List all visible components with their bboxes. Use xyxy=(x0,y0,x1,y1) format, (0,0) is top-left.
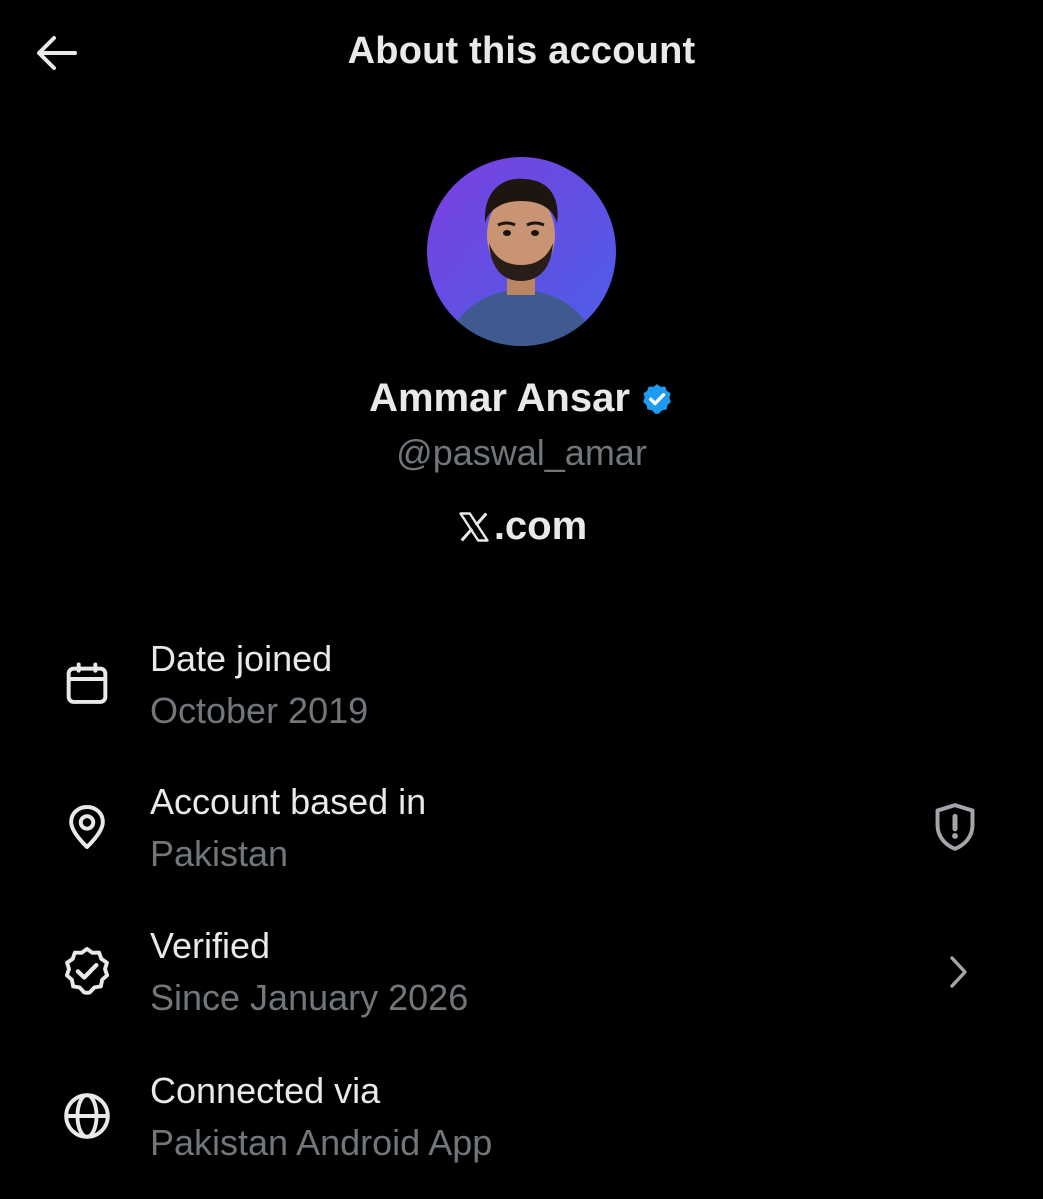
account-handle: @paswal_amar xyxy=(396,432,647,473)
globe-icon xyxy=(58,1087,116,1145)
detail-row-date-joined: Date joined October 2019 xyxy=(0,630,1043,760)
calendar-icon xyxy=(58,655,116,713)
verified-badge-outline-icon xyxy=(58,942,116,1000)
detail-value: Pakistan xyxy=(150,833,289,874)
display-name-row: Ammar Ansar xyxy=(0,376,1043,421)
detail-label: Connected via xyxy=(150,1070,381,1111)
detail-value: Since January 2026 xyxy=(150,977,469,1018)
shield-alert-button[interactable] xyxy=(925,797,985,857)
platform-site: .com xyxy=(0,504,1043,549)
detail-label: Verified xyxy=(150,925,271,966)
shield-alert-icon xyxy=(930,801,980,853)
detail-value: Pakistan Android App xyxy=(150,1122,493,1163)
verified-badge-icon xyxy=(640,382,674,416)
site-suffix: .com xyxy=(493,504,588,548)
verified-details-chevron[interactable] xyxy=(928,942,988,1002)
location-pin-icon xyxy=(58,798,116,856)
top-bar: About this account xyxy=(0,0,1043,110)
detail-label: Account based in xyxy=(150,781,427,822)
avatar[interactable] xyxy=(427,157,616,346)
detail-row-connected-via: Connected via Pakistan Android App xyxy=(0,1062,1043,1192)
detail-label: Date joined xyxy=(150,638,333,679)
chevron-right-icon xyxy=(943,952,973,992)
detail-row-verified[interactable]: Verified Since January 2026 xyxy=(0,917,1043,1047)
avatar-image xyxy=(427,157,616,346)
detail-value: October 2019 xyxy=(150,690,369,731)
display-name: Ammar Ansar xyxy=(369,376,630,420)
detail-row-account-based-in: Account based in Pakistan xyxy=(0,773,1043,903)
page-title: About this account xyxy=(347,30,696,72)
x-logo-icon xyxy=(456,509,492,545)
